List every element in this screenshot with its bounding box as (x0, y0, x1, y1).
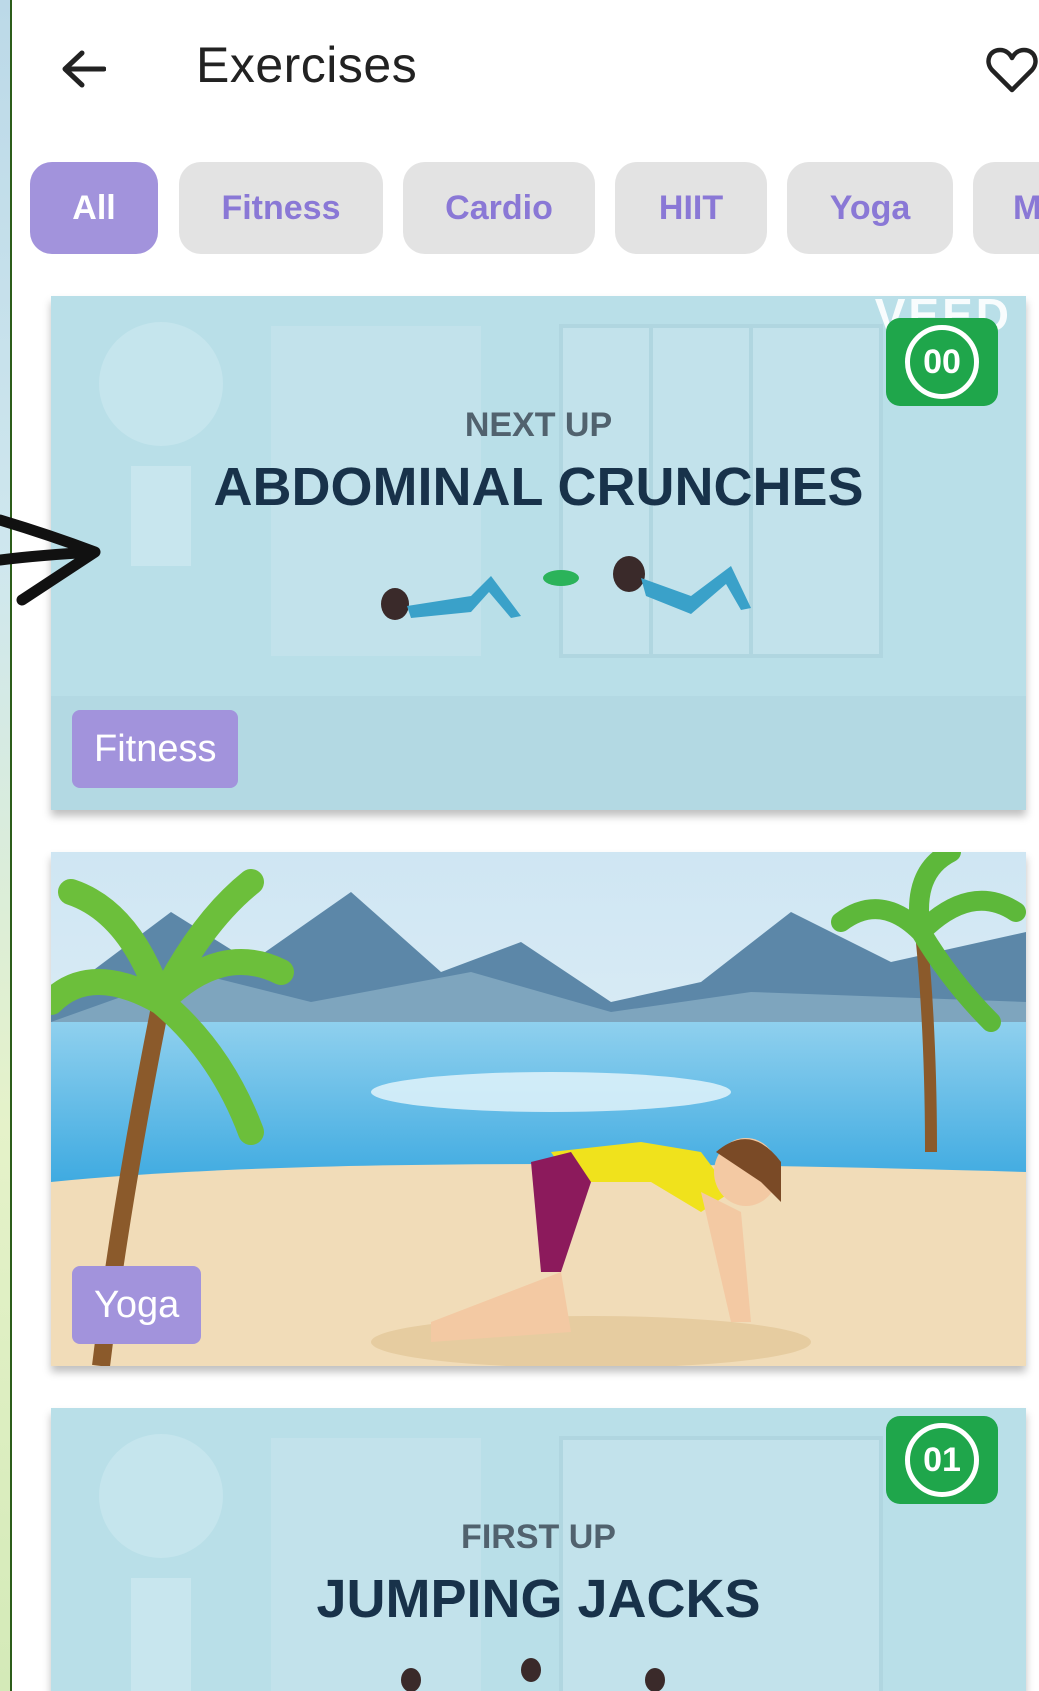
counter-value: 00 (905, 325, 979, 399)
category-tag: Fitness (72, 710, 239, 788)
annotation-arrow-icon (0, 514, 101, 606)
chip-more[interactable]: M (973, 162, 1039, 254)
card-headline: JUMPING JACKS (316, 1569, 761, 1629)
exercise-counter: 00 (886, 318, 998, 406)
chip-hiit[interactable]: HIIT (615, 162, 767, 254)
app-bar: Exercises (12, 0, 1039, 140)
chip-all[interactable]: All (30, 162, 158, 254)
favorite-button[interactable] (982, 40, 1039, 100)
category-tag: Yoga (72, 1266, 202, 1344)
card-headline: ABDOMINAL CRUNCHES (213, 457, 864, 517)
exercise-card-jumping-jacks[interactable]: 01 FIRST UP JUMPING JACKS (51, 1408, 1026, 1691)
back-button[interactable] (52, 38, 114, 100)
heart-icon (986, 47, 1038, 93)
chip-yoga[interactable]: Yoga (787, 162, 953, 254)
counter-value: 01 (905, 1423, 979, 1497)
card-subtitle: NEXT UP (464, 406, 613, 444)
chip-cardio[interactable]: Cardio (403, 162, 595, 254)
app-screen: Exercises All Fitness Cardio HIIT Yoga M (10, 0, 1039, 1691)
chip-fitness[interactable]: Fitness (179, 162, 383, 254)
arrow-left-icon (62, 50, 106, 88)
background-edge (0, 0, 10, 1691)
exercise-card-crunches[interactable]: VEED 00 NEXT UP ABDOMINAL CRUNCHES Fitne… (51, 296, 1026, 810)
page-title: Exercises (196, 37, 418, 93)
exercise-counter: 01 (886, 1416, 998, 1504)
exercise-card-yoga[interactable]: Yoga (51, 852, 1026, 1366)
card-subtitle: FIRST UP (461, 1518, 616, 1556)
